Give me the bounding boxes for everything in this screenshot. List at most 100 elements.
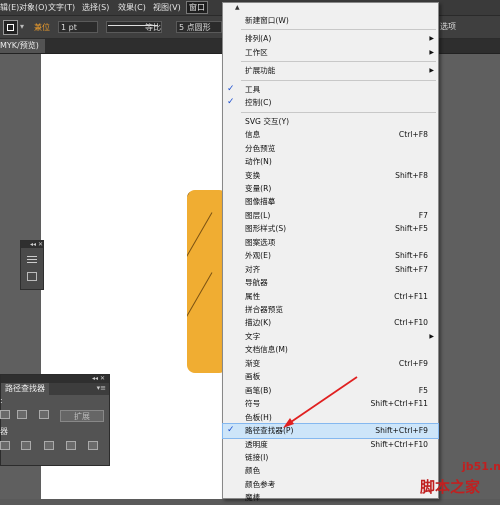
menu-item-label: 动作(N) <box>245 157 272 167</box>
brush-select[interactable]: 5 点圆形 <box>176 21 222 33</box>
window-menu-item[interactable]: 工作区 ▶ <box>223 46 438 60</box>
gradient-panel-icon[interactable] <box>27 272 37 281</box>
window-menu-item[interactable]: 符号 Shift+Ctrl+F11 <box>223 397 438 411</box>
window-menu-item[interactable]: 描边(K) Ctrl+F10 <box>223 316 438 330</box>
checkmark-icon: ✓ <box>227 425 235 436</box>
window-menu-item[interactable]: 颜色 <box>223 464 438 478</box>
menu-select[interactable]: 选择(S) <box>82 2 109 13</box>
watermark-title: 脚本之家 <box>420 478 481 496</box>
checkmark-icon: ✓ <box>227 83 235 94</box>
menu-item-label: 颜色 <box>245 466 261 476</box>
menu-item-label: 导航器 <box>245 278 268 288</box>
pathfinders-label: 器 <box>0 427 8 436</box>
menu-item-label: 图像描摹 <box>245 197 276 207</box>
window-menu-item[interactable]: 图案选项 <box>223 236 438 250</box>
window-menu-item[interactable]: 文档信息(M) <box>223 343 438 357</box>
menu-separator <box>241 79 436 81</box>
window-menu-item[interactable]: 链接(I) <box>223 451 438 465</box>
crop-icon[interactable] <box>66 441 76 450</box>
menu-item-label: 工作区 <box>245 47 268 57</box>
menu-window[interactable]: 窗口 <box>186 1 208 14</box>
window-menu-item[interactable]: 动作(N) <box>223 155 438 169</box>
merge-icon[interactable] <box>44 441 54 450</box>
options-button[interactable]: 选项 <box>440 21 456 32</box>
checkmark-icon: ✓ <box>227 97 235 108</box>
window-menu-item[interactable]: 变量(R) <box>223 182 438 196</box>
window-menu-item[interactable]: 外观(E) Shift+F6 <box>223 249 438 263</box>
window-menu-item[interactable]: ✓ 控制(C) <box>223 96 438 110</box>
pathfinder-tab[interactable]: 路径查找器 <box>1 383 49 395</box>
menu-item-label: 链接(I) <box>245 452 269 462</box>
submenu-arrow-icon: ▶ <box>429 332 434 340</box>
collapse-icon[interactable]: ◂◂ ✕ <box>21 241 43 248</box>
window-menu-dropdown: ▲ 新建窗口(W) 排列(A) ▶ 工作区 ▶ 扩展功能 ▶ ✓ 工具 ✓ 控制(C) SVG 交互(… <box>222 2 439 502</box>
menu-view[interactable]: 视图(V) <box>153 2 181 13</box>
trim-icon[interactable] <box>21 441 31 450</box>
menu-item-label: 图案选项 <box>245 237 276 247</box>
window-menu-item[interactable]: 变换 Shift+F8 <box>223 169 438 183</box>
window-menu-item[interactable]: ✓ 工具 <box>223 83 438 97</box>
expand-button[interactable]: 扩展 <box>60 410 104 422</box>
menu-separator <box>241 61 436 63</box>
menu-item-shortcut: Shift+F8 <box>395 170 428 180</box>
window-menu-item[interactable]: 色板(H) <box>223 411 438 425</box>
document-tab[interactable]: MYK/预览) <box>0 39 45 53</box>
menu-item-label: 画板 <box>245 372 261 382</box>
panel-menu-icon[interactable]: ▾≡ <box>97 384 106 392</box>
scroll-up-icon[interactable]: ▲ <box>235 4 240 11</box>
window-menu-item[interactable]: 图层(L) F7 <box>223 209 438 223</box>
menu-item-label: 排列(A) <box>245 34 272 44</box>
divide-icon[interactable] <box>0 441 10 450</box>
window-menu-item[interactable]: 导航器 <box>223 276 438 290</box>
unite-icon[interactable] <box>0 410 10 419</box>
collapse-icon[interactable]: ◂◂ ✕ <box>92 375 105 383</box>
menu-object[interactable]: 对象(O) <box>19 2 48 13</box>
window-menu-item[interactable]: 透明度 Shift+Ctrl+F10 <box>223 438 438 452</box>
stroke-style-select[interactable]: 等比 <box>106 21 162 33</box>
outline-icon[interactable] <box>88 441 98 450</box>
window-menu-item[interactable]: 排列(A) ▶ <box>223 32 438 46</box>
menu-separator <box>241 29 436 31</box>
menu-item-label: 渐变 <box>245 358 261 368</box>
menu-item-label: SVG 交互(Y) <box>245 116 290 126</box>
stroke-preview-line <box>108 25 158 26</box>
stroke-swatch[interactable] <box>3 20 18 35</box>
window-menu-item[interactable]: ✓ 路径查找器(P) Shift+Ctrl+F9 <box>222 423 439 439</box>
submenu-arrow-icon: ▶ <box>429 35 434 43</box>
window-menu-item[interactable]: 分色预览 <box>223 142 438 156</box>
window-menu-item[interactable]: 颜色参考 <box>223 478 438 492</box>
minus-front-icon[interactable] <box>17 410 27 419</box>
menu-item-label: 文字 <box>245 331 261 341</box>
panel-header[interactable]: ◂◂ ✕ <box>1 375 109 383</box>
menu-item-shortcut: Shift+F5 <box>395 224 428 234</box>
chevron-down-icon[interactable]: ▾ <box>20 22 24 31</box>
orange-rounded-shape[interactable] <box>187 190 227 373</box>
window-menu-item[interactable]: 属性 Ctrl+F11 <box>223 290 438 304</box>
window-menu-item[interactable]: 画笔(B) F5 <box>223 384 438 398</box>
menu-item-label: 变换 <box>245 170 261 180</box>
menu-type[interactable]: 文字(T) <box>48 2 75 13</box>
window-menu-item[interactable]: 文字 ▶ <box>223 330 438 344</box>
menu-edit[interactable]: 辑(E) <box>0 2 19 13</box>
window-menu-item[interactable]: SVG 交互(Y) <box>223 115 438 129</box>
window-menu-item[interactable]: 画板 <box>223 370 438 384</box>
menu-item-label: 控制(C) <box>245 98 272 108</box>
menu-effect[interactable]: 效果(C) <box>118 2 146 13</box>
window-menu-item[interactable]: 对齐 Shift+F7 <box>223 263 438 277</box>
intersect-icon[interactable] <box>39 410 49 419</box>
window-menu-item[interactable]: 渐变 Ctrl+F9 <box>223 357 438 371</box>
window-menu-item[interactable]: 图形样式(S) Shift+F5 <box>223 222 438 236</box>
menu-item-label: 工具 <box>245 84 261 94</box>
submenu-arrow-icon: ▶ <box>429 48 434 56</box>
window-menu-item[interactable]: 扩展功能 ▶ <box>223 64 438 78</box>
menu-item-shortcut: Ctrl+F11 <box>394 291 428 301</box>
window-menu-item[interactable]: 魔棒 <box>223 491 438 505</box>
menu-item-shortcut: Ctrl+F10 <box>394 318 428 328</box>
window-menu-item[interactable]: 拼合器预览 <box>223 303 438 317</box>
stroke-weight-field[interactable]: 1 pt <box>58 21 98 33</box>
window-menu-item[interactable]: 图像描摹 <box>223 195 438 209</box>
menu-item-shortcut: Shift+F6 <box>395 251 428 261</box>
window-menu-item[interactable]: 信息 Ctrl+F8 <box>223 128 438 142</box>
window-menu-item[interactable]: 新建窗口(W) <box>223 14 438 28</box>
menu-lines-icon[interactable] <box>27 255 37 264</box>
